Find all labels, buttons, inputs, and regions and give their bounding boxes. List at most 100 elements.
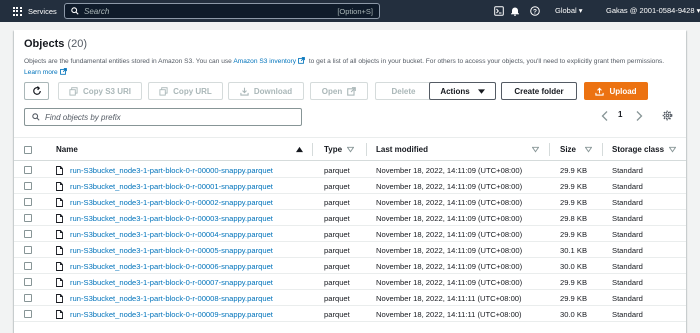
bell-icon[interactable] [510,6,520,16]
column-header-name[interactable]: Name [56,145,78,154]
table-row[interactable]: run-S3bucket_node3-1-part-block-0-r-0000… [14,162,686,178]
file-icon [56,198,63,207]
object-name-link[interactable]: run-S3bucket_node3-1-part-block-0-r-0000… [70,246,273,255]
sort-icon[interactable] [585,146,592,153]
select-all-checkbox[interactable] [24,146,32,154]
column-header-size[interactable]: Size [560,145,576,154]
table-row[interactable]: run-S3bucket_node3-1-part-block-0-r-0000… [14,290,686,306]
object-last-modified: November 18, 2022, 14:11:09 (UTC+08:00) [376,230,523,239]
file-icon [56,230,63,239]
sort-ascending-icon[interactable] [296,146,303,153]
object-count: (20) [67,38,87,50]
row-checkbox[interactable] [24,294,32,302]
object-name-link[interactable]: run-S3bucket_node3-1-part-block-0-r-0000… [70,278,273,287]
account-menu[interactable]: Gakas @ 2001-0584-9428 ▾ [606,6,700,15]
external-link-icon [347,86,357,96]
table-row[interactable]: run-S3bucket_node3-1-part-block-0-r-0000… [14,274,686,290]
grid-icon[interactable] [11,5,23,17]
copy-url-button[interactable]: Copy URL [148,82,223,100]
inventory-link[interactable]: Amazon S3 inventory [233,57,307,65]
gear-icon[interactable] [662,110,673,121]
table-row[interactable]: run-S3bucket_node3-1-part-block-0-r-0000… [14,194,686,210]
copy-s3-uri-button[interactable]: Copy S3 URI [58,82,142,100]
row-checkbox[interactable] [24,310,32,318]
object-last-modified: November 18, 2022, 14:11:11 (UTC+08:00) [376,294,522,303]
column-header-type[interactable]: Type [324,145,342,154]
sort-icon[interactable] [347,146,354,153]
file-icon [56,166,63,175]
chevron-left-icon[interactable] [600,110,610,122]
table-row[interactable]: run-S3bucket_node3-1-part-block-0-r-0000… [14,306,686,322]
object-last-modified: November 18, 2022, 14:11:09 (UTC+08:00) [376,182,523,191]
file-icon [56,310,63,319]
actions-dropdown[interactable]: Actions [429,82,496,100]
object-name-link[interactable]: run-S3bucket_node3-1-part-block-0-r-0000… [70,198,273,207]
row-checkbox[interactable] [24,166,32,174]
table-row[interactable]: run-S3bucket_node3-1-part-block-0-r-0000… [14,210,686,226]
object-name-link[interactable]: run-S3bucket_node3-1-part-block-0-r-0000… [70,182,273,191]
open-button[interactable]: Open [310,82,368,100]
terminal-icon[interactable] [494,6,504,16]
column-divider[interactable] [312,143,313,156]
object-type: parquet [324,310,350,319]
table-row[interactable]: run-S3bucket_node3-1-part-block-0-r-0000… [14,226,686,242]
open-label: Open [321,86,343,96]
download-button[interactable]: Download [228,82,304,100]
copy-s3-uri-label: Copy S3 URI [82,86,131,96]
page-title: Objects (20) [24,38,87,50]
help-icon[interactable]: ? [530,6,540,16]
row-checkbox[interactable] [24,262,32,270]
column-divider[interactable] [602,143,603,156]
object-size: 29.9 KB [560,278,588,287]
column-header-last-modified[interactable]: Last modified [376,145,428,154]
inventory-link-label: Amazon S3 inventory [233,58,296,65]
sort-icon[interactable] [532,146,539,153]
object-size: 29.9 KB [560,198,588,207]
delete-button[interactable]: Delete [375,82,432,100]
svg-text:?: ? [533,8,537,15]
table-row[interactable]: run-S3bucket_node3-1-part-block-0-r-0000… [14,178,686,194]
object-size: 29.9 KB [560,182,588,191]
prefix-search-input[interactable] [45,112,285,122]
object-type: parquet [324,214,350,223]
object-name-link[interactable]: run-S3bucket_node3-1-part-block-0-r-0000… [70,262,273,271]
table-row[interactable]: run-S3bucket_node3-1-part-block-0-r-0000… [14,242,686,258]
global-search[interactable]: Search [Option+S] [64,3,380,19]
region-selector[interactable]: Global ▾ [555,6,583,15]
file-icon [56,214,63,223]
object-size: 29.9 KB [560,230,588,239]
column-header-storage-class[interactable]: Storage class [612,145,664,154]
chevron-down-icon: ▾ [696,6,700,15]
object-name-link[interactable]: run-S3bucket_node3-1-part-block-0-r-0000… [70,166,273,175]
upload-button[interactable]: Upload [584,82,648,100]
object-size: 29.9 KB [560,166,588,175]
row-checkbox[interactable] [24,182,32,190]
file-icon [56,294,63,303]
table-row[interactable]: run-S3bucket_node3-1-part-block-0-r-0000… [14,258,686,274]
object-name-link[interactable]: run-S3bucket_node3-1-part-block-0-r-0000… [70,230,273,239]
object-name-link[interactable]: run-S3bucket_node3-1-part-block-0-r-0000… [70,294,273,303]
create-folder-button[interactable]: Create folder [501,82,577,100]
row-checkbox[interactable] [24,214,32,222]
search-placeholder: Search [84,6,110,16]
file-icon [56,246,63,255]
learn-more-link[interactable]: Learn more [24,68,69,76]
row-checkbox[interactable] [24,278,32,286]
sort-icon[interactable] [669,146,676,153]
description-prefix: Objects are the fundamental entities sto… [24,58,232,65]
object-name-link[interactable]: run-S3bucket_node3-1-part-block-0-r-0000… [70,214,273,223]
prefix-filter[interactable] [24,108,302,126]
object-size: 30.0 KB [560,310,588,319]
object-name-link[interactable]: run-S3bucket_node3-1-part-block-0-r-0000… [70,310,273,319]
services-menu[interactable]: Services [28,7,57,16]
object-type: parquet [324,230,350,239]
column-divider[interactable] [366,143,367,156]
row-checkbox[interactable] [24,230,32,238]
chevron-right-icon[interactable] [634,110,644,122]
learn-more-label: Learn more [24,69,58,76]
row-checkbox[interactable] [24,246,32,254]
current-page[interactable]: 1 [618,110,622,119]
row-checkbox[interactable] [24,198,32,206]
column-divider[interactable] [549,143,550,156]
refresh-button[interactable] [24,82,49,100]
